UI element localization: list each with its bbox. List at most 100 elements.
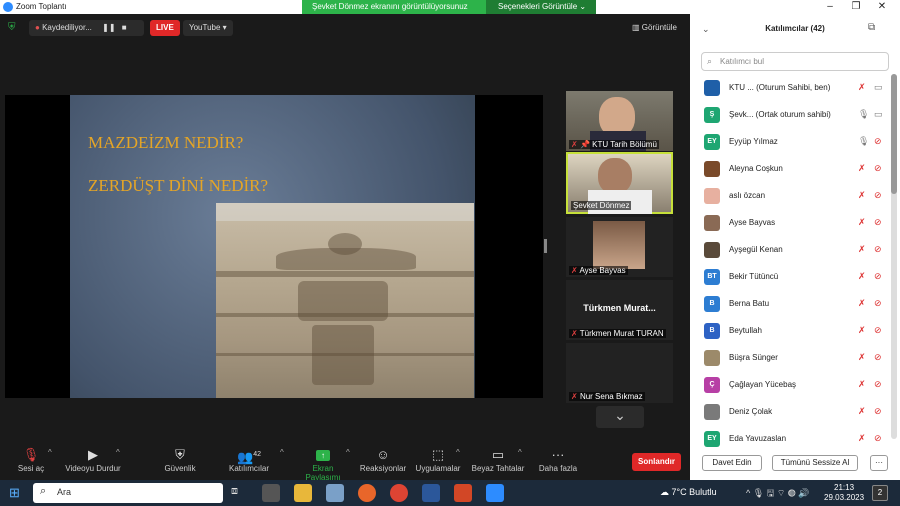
chevron-up-icon[interactable]: ^ (518, 448, 522, 457)
camera-icon[interactable]: ▭ (874, 109, 883, 120)
participant-row[interactable]: BT Bekir Tütüncü ✗ ⊘ (690, 264, 890, 291)
video-thumb-turkmen[interactable]: Türkmen Murat... ✗ Türkmen Murat TURAN (566, 280, 673, 340)
resize-handle[interactable] (544, 239, 547, 253)
file-explorer-icon[interactable] (294, 484, 312, 502)
participant-row[interactable]: aslı özcan ✗ ⊘ (690, 183, 890, 210)
mic-muted-icon[interactable]: ✗ (858, 217, 866, 228)
mic-muted-icon[interactable]: ✗ (858, 190, 866, 201)
pause-icon[interactable]: ❚❚ (102, 23, 115, 32)
whiteboards-button[interactable]: ▭ Beyaz Tahtalar ^ (470, 444, 526, 480)
video-thumb-active-speaker[interactable]: Şevket Dönmez (566, 152, 673, 214)
app-icon[interactable] (326, 484, 344, 502)
mic-muted-icon[interactable]: ✗ (858, 325, 866, 336)
camera-icon[interactable]: ▭ (874, 82, 883, 93)
windows-start-icon[interactable]: ⊞ (9, 485, 20, 501)
mic-muted-icon[interactable]: ✗ (858, 82, 866, 93)
participant-row[interactable]: B Berna Batu ✗ ⊘ (690, 291, 890, 318)
weather-widget[interactable]: ☁ 7°C Bulutlu (660, 487, 717, 498)
taskbar-clock[interactable]: 21:13 29.03.2023 (824, 483, 864, 503)
mic-muted-icon[interactable]: ✗ (858, 379, 866, 390)
share-screen-button[interactable]: ↑ Ekran Paylaşımı ^ (294, 444, 352, 482)
participant-scrollbar[interactable] (891, 74, 897, 439)
participant-search-input[interactable]: ⌕ Katılımcı bul (701, 52, 889, 71)
firefox-icon[interactable] (358, 484, 376, 502)
invite-button[interactable]: Davet Edin (702, 455, 762, 471)
mic-muted-icon[interactable]: ✗ (858, 406, 866, 417)
zoom-taskbar-icon[interactable] (486, 484, 504, 502)
participant-avatar (704, 188, 720, 204)
word-icon[interactable] (422, 484, 440, 502)
camera-off-icon[interactable]: ⊘ (874, 379, 882, 390)
participant-name: aslı özcan (729, 191, 766, 200)
camera-off-icon[interactable]: ⊘ (874, 190, 882, 201)
participant-name: Eyyüp Yılmaz (729, 137, 778, 146)
participant-row[interactable]: Ş Şevk... (Ortak oturum sahibi) 🎙 ▭ (690, 102, 890, 129)
participant-row[interactable]: Büşra Sünger ✗ ⊘ (690, 345, 890, 372)
participant-row[interactable]: Ayşegül Kenan ✗ ⊘ (690, 237, 890, 264)
stop-video-button[interactable]: ▶ Videoyu Durdur ^ (62, 444, 124, 480)
chevron-up-icon[interactable]: ^ (280, 448, 284, 457)
security-button[interactable]: ⛨ Güvenlik (160, 444, 200, 480)
participant-row[interactable]: Aleyna Coşkun ✗ ⊘ (690, 156, 890, 183)
camera-off-icon[interactable]: ⊘ (874, 271, 882, 282)
camera-off-icon[interactable]: ⊘ (874, 325, 882, 336)
camera-off-icon[interactable]: ⊘ (874, 217, 882, 228)
video-thumb-nur[interactable]: ✗ Nur Sena Bıkmaz (566, 343, 673, 403)
mic-muted-icon[interactable]: ✗ (858, 433, 866, 444)
participant-row[interactable]: Deniz Çolak ✗ ⊘ (690, 399, 890, 426)
camera-off-icon[interactable]: ⊘ (874, 244, 882, 255)
unmute-button[interactable]: 🎙 Sesi aç ^ (14, 444, 52, 480)
taskbar-search-input[interactable]: ⌕ Ara (33, 483, 223, 503)
youtube-dropdown[interactable]: YouTube ▾ (183, 20, 233, 36)
mute-all-button[interactable]: Tümünü Sessize Al (772, 455, 858, 471)
camera-off-icon[interactable]: ⊘ (874, 433, 882, 444)
chrome-icon[interactable] (390, 484, 408, 502)
participant-row[interactable]: Ayse Bayvas ✗ ⊘ (690, 210, 890, 237)
mic-muted-icon[interactable]: ✗ (858, 244, 866, 255)
mic-icon[interactable]: 🎙 (858, 136, 869, 147)
participant-row[interactable]: KTU ... (Oturum Sahibi, ben) ✗ ▭ (690, 75, 890, 102)
chevron-up-icon[interactable]: ^ (346, 448, 350, 457)
participant-row[interactable]: EY Eda Yavuzaslan ✗ ⊘ (690, 426, 890, 453)
chevron-up-icon[interactable]: ^ (48, 448, 52, 457)
mic-muted-icon[interactable]: ✗ (858, 298, 866, 309)
powerpoint-icon[interactable] (454, 484, 472, 502)
slide-heading-2: ZERDÜŞT DİNİ NEDİR? (88, 176, 269, 195)
mic-muted-icon[interactable]: ✗ (858, 163, 866, 174)
camera-off-icon[interactable]: ⊘ (874, 163, 882, 174)
participant-row[interactable]: B Beytullah ✗ ⊘ (690, 318, 890, 345)
video-thumb-ayse[interactable]: ✗ Ayse Bayvas (566, 217, 673, 277)
camera-off-icon[interactable]: ⊘ (874, 406, 882, 417)
panel-more-button[interactable]: ··· (870, 455, 888, 471)
chevron-up-icon[interactable]: ^ (456, 448, 460, 457)
mic-muted-icon[interactable]: ✗ (858, 271, 866, 282)
end-meeting-button[interactable]: Sonlandır (632, 453, 681, 471)
participant-row[interactable]: Ç Çağlayan Yücebaş ✗ ⊘ (690, 372, 890, 399)
camera-off-icon[interactable]: ⊘ (874, 298, 882, 309)
chevron-up-icon[interactable]: ^ (116, 448, 120, 457)
mic-muted-icon[interactable]: ✗ (858, 352, 866, 363)
panel-popout-icon[interactable]: ⧉ (868, 22, 875, 33)
video-name-label: Şevket Dönmez (571, 201, 632, 210)
camera-off-icon[interactable]: ⊘ (874, 136, 882, 147)
close-button[interactable]: ✕ (868, 0, 896, 14)
participants-button[interactable]: 👥42 Katılımcılar ^ (226, 444, 284, 480)
maximize-button[interactable]: ❐ (842, 0, 870, 14)
system-tray-icons[interactable]: ^ 🎙 🖫 ⌔ ◍ 🔊 (746, 486, 810, 502)
minimize-button[interactable]: – (816, 0, 844, 14)
stop-icon[interactable]: ■ (122, 23, 127, 32)
view-options-button[interactable]: Seçenekleri Görüntüle ⌄ (486, 0, 596, 14)
scroll-down-chevron-icon[interactable]: ⌄ (596, 406, 644, 428)
view-button[interactable]: ▥ Görüntüle (632, 23, 677, 32)
task-view-icon[interactable]: ⧈ (231, 485, 238, 498)
camera-off-icon[interactable]: ⊘ (874, 352, 882, 363)
more-button[interactable]: ··· Daha fazla (537, 444, 579, 480)
mic-icon[interactable]: 🎙 (858, 109, 869, 120)
video-thumb-ktu[interactable]: ✗ 📌 KTU Tarih Bölümü (566, 91, 673, 151)
participant-row[interactable]: EY Eyyüp Yılmaz 🎙 ⊘ (690, 129, 890, 156)
notification-icon[interactable]: 2 (872, 485, 888, 501)
calculator-icon[interactable] (262, 484, 280, 502)
apps-button[interactable]: ⬚ Uygulamalar ^ (414, 444, 462, 480)
reactions-button[interactable]: ☺ Reaksiyonlar (358, 444, 408, 480)
shield-check-icon[interactable]: ⛨ (8, 22, 16, 33)
